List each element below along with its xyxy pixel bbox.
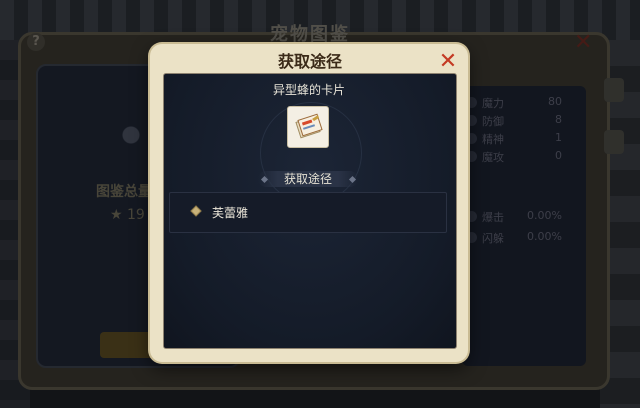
item-icon-slot[interactable] <box>287 106 329 148</box>
close-x-icon: ✕ <box>438 49 458 74</box>
close-button[interactable]: ✕ <box>438 49 458 74</box>
card-icon <box>295 113 323 139</box>
source-list-item[interactable] <box>169 192 447 233</box>
source-label: 芙蕾雅 <box>212 206 249 220</box>
item-name: 异型蜂的卡片 <box>272 83 345 97</box>
section-title: 获取途径 <box>283 172 332 186</box>
dialog-title: 获取途径 <box>277 52 342 71</box>
